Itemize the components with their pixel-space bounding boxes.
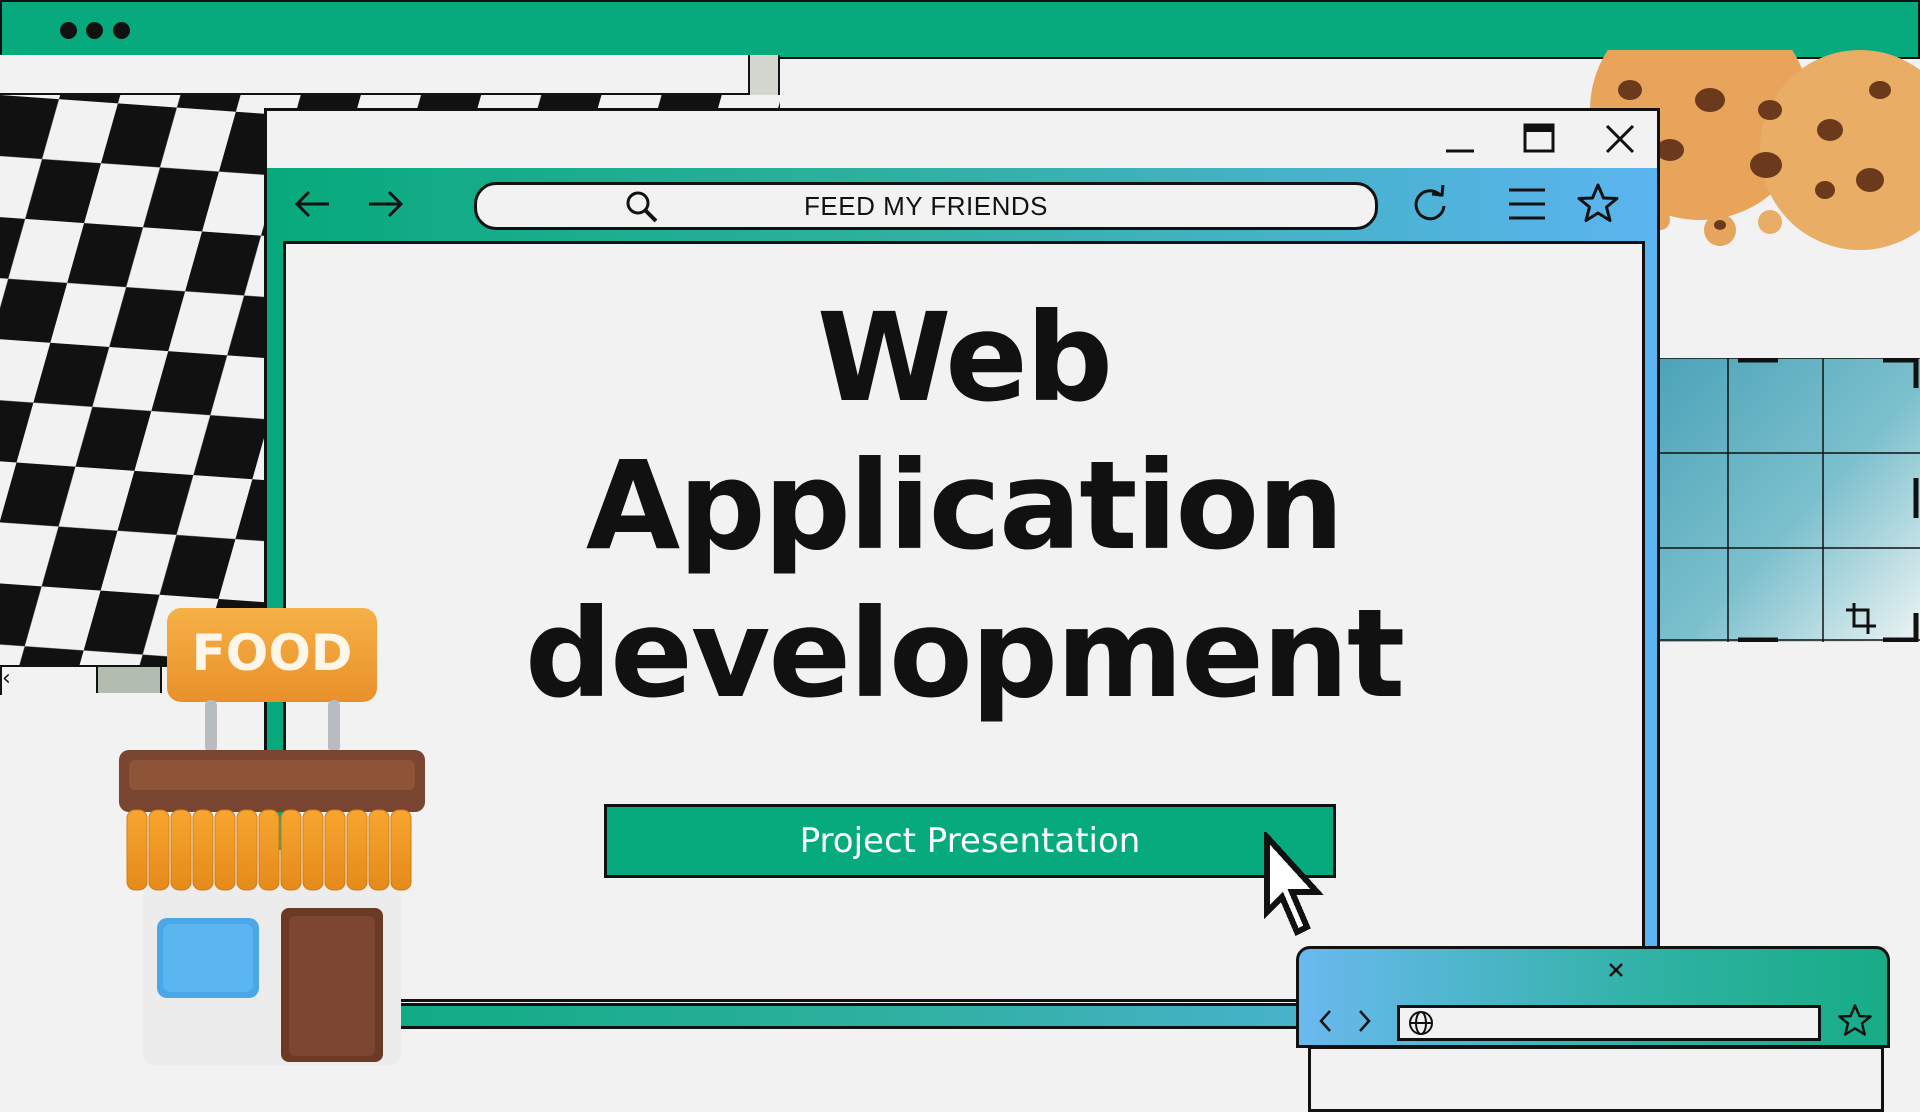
mouse-cursor-icon <box>1264 832 1324 937</box>
store-sign-text: FOOD <box>192 624 353 682</box>
back-arrow-icon[interactable] <box>291 182 335 226</box>
title-line: Web <box>816 287 1113 429</box>
chevron-left-icon[interactable]: ‹ <box>2 666 11 691</box>
popup-content <box>1308 1046 1884 1112</box>
close-icon[interactable] <box>1607 961 1625 979</box>
chevron-right-icon[interactable] <box>1353 1007 1375 1035</box>
maximize-icon[interactable] <box>1520 119 1560 159</box>
dot-icon <box>86 22 103 39</box>
address-bar-text: FEED MY FRIENDS <box>804 191 1048 221</box>
minimize-icon[interactable] <box>1440 119 1480 159</box>
browser-window: FEED MY FRIENDS Web Application developm… <box>264 108 1660 1029</box>
dot-icon <box>60 22 77 39</box>
checker-window-frame <box>0 55 752 95</box>
popup-toolbar <box>1296 946 1890 1048</box>
browser-toolbar: FEED MY FRIENDS <box>267 168 1657 244</box>
popup-window <box>1296 946 1890 1112</box>
globe-icon <box>1409 1011 1433 1035</box>
title-line: development <box>524 583 1405 725</box>
star-icon[interactable] <box>1837 1003 1873 1039</box>
star-icon[interactable] <box>1576 182 1620 226</box>
food-store-illustration: FOOD <box>119 608 425 1065</box>
project-presentation-button[interactable]: Project Presentation <box>604 804 1336 878</box>
address-bar[interactable]: FEED MY FRIENDS <box>474 182 1378 230</box>
dot-icon <box>113 22 130 39</box>
close-icon[interactable] <box>1600 119 1640 159</box>
title-line: Application <box>585 435 1344 577</box>
vertical-scrollbar[interactable] <box>748 55 780 95</box>
page-content: Web Application development Project Pres… <box>283 241 1645 1002</box>
window-titlebar <box>267 111 1657 171</box>
crop-image-widget <box>1658 358 1920 642</box>
popup-address-bar[interactable] <box>1397 1005 1821 1041</box>
refresh-icon[interactable] <box>1408 182 1452 226</box>
forward-arrow-icon[interactable] <box>363 182 407 226</box>
menu-icon[interactable] <box>1505 182 1549 226</box>
page-title: Web Application development <box>286 284 1642 728</box>
chevron-left-icon[interactable] <box>1315 1007 1337 1035</box>
